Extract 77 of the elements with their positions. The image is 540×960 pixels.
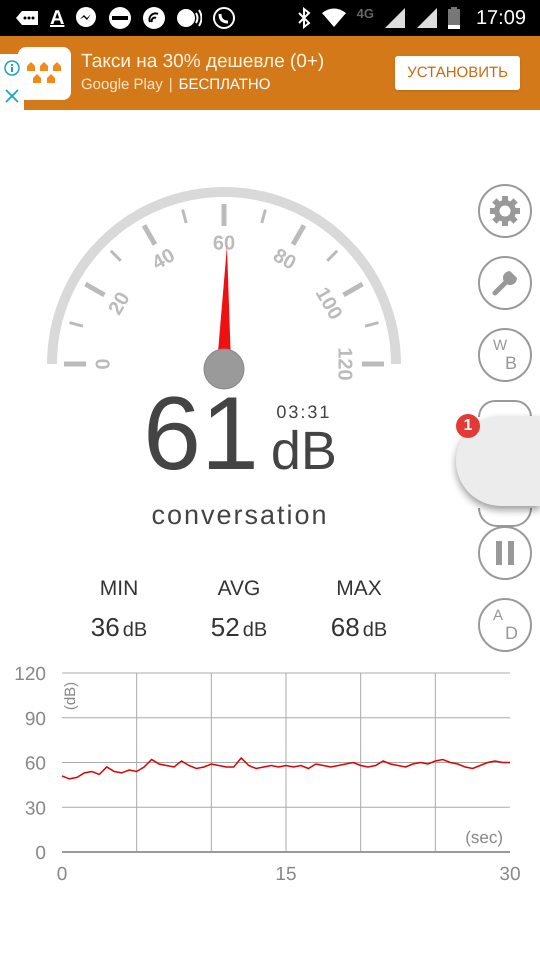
needle-hub: [204, 348, 244, 390]
notification-badge: 1: [456, 414, 480, 438]
signal-circle-icon: [142, 6, 166, 30]
tick-mark: [84, 282, 106, 298]
scale-label: 80: [269, 244, 300, 275]
ad-title: Такси на 30% дешевле (0+): [81, 50, 326, 74]
tick-mark: [64, 362, 86, 366]
tick-mark: [362, 362, 384, 366]
wrench-icon: [490, 268, 520, 298]
scale-label: 100: [310, 284, 346, 324]
x-tick-label: 0: [56, 864, 68, 885]
scale-label: 0: [92, 358, 114, 370]
tick-mark: [110, 250, 122, 262]
clock: 17:09: [476, 6, 526, 31]
stat-unit: dB: [242, 618, 268, 642]
install-button[interactable]: УСТАНОВИТЬ: [395, 56, 520, 90]
pause-button[interactable]: [478, 526, 532, 580]
circle-logo-icon: [108, 6, 132, 30]
wrench-button[interactable]: [478, 256, 532, 310]
y-axis-title: (dB): [62, 682, 79, 710]
stat-value: 68: [330, 610, 360, 644]
price-label: БЕСПЛАТНО: [178, 74, 270, 95]
chat-bubble-icon: [74, 6, 98, 30]
mode-button[interactable]: A D: [478, 598, 532, 652]
stat-value: 52: [210, 610, 240, 644]
stat-unit: dB: [122, 618, 148, 642]
tick-mark: [342, 282, 364, 298]
x-axis-title: (sec): [465, 828, 503, 847]
scale-label: 120: [334, 347, 356, 381]
network-type: 4G: [356, 5, 374, 23]
tick-mark: [69, 321, 84, 328]
round-button[interactable]: [478, 508, 532, 527]
tick-mark: [364, 321, 379, 328]
tick-mark: [142, 224, 158, 246]
tick-mark: [260, 209, 267, 224]
round-button[interactable]: [478, 400, 532, 417]
x-tick-label: 30: [499, 864, 521, 885]
y-tick-label: 60: [24, 754, 46, 774]
tick-mark: [222, 204, 226, 226]
tick-mark: [326, 250, 338, 262]
tick-mark: [181, 209, 188, 224]
settings-icon: [489, 195, 521, 227]
stat-unit: dB: [362, 618, 388, 642]
stat-label: MAX: [336, 576, 382, 602]
pause-icon: [494, 541, 516, 565]
y-tick-label: 90: [24, 708, 46, 730]
tick-mark: [290, 224, 306, 246]
signal-icon: [384, 7, 406, 29]
app-letter: A: [50, 8, 64, 28]
settings-button[interactable]: [478, 184, 532, 238]
stat-value: 36: [90, 610, 120, 644]
chat-head-bubble[interactable]: 1: [456, 416, 540, 506]
y-tick-label: 30: [24, 798, 46, 820]
bluetooth-icon: [296, 7, 311, 29]
wifi-icon: [320, 8, 347, 28]
scale-label: 60: [212, 232, 236, 254]
scale-label: 20: [104, 288, 135, 319]
store-name: Google Play: [81, 74, 163, 95]
phone-wave-icon: [176, 6, 202, 30]
decibel-value: 61: [143, 389, 259, 479]
close-icon: [4, 88, 20, 104]
scale-label: 40: [148, 244, 179, 275]
notification-icon: [14, 8, 40, 28]
stat-label: AVG: [218, 576, 260, 602]
phone-chat-icon: [212, 6, 236, 30]
y-tick-label: 120: [14, 664, 46, 685]
info-icon: [4, 60, 20, 76]
battery-icon: [448, 7, 460, 29]
x-tick-label: 15: [275, 864, 297, 885]
y-tick-label: 0: [35, 843, 46, 864]
stat-label: MIN: [100, 576, 138, 602]
timer: 03:31: [276, 401, 332, 423]
noise-description: conversation: [151, 499, 329, 532]
unit-label: dB: [270, 423, 337, 479]
separator: |: [168, 74, 173, 95]
mode-button[interactable]: W B: [478, 328, 532, 382]
signal-icon: [416, 7, 438, 29]
